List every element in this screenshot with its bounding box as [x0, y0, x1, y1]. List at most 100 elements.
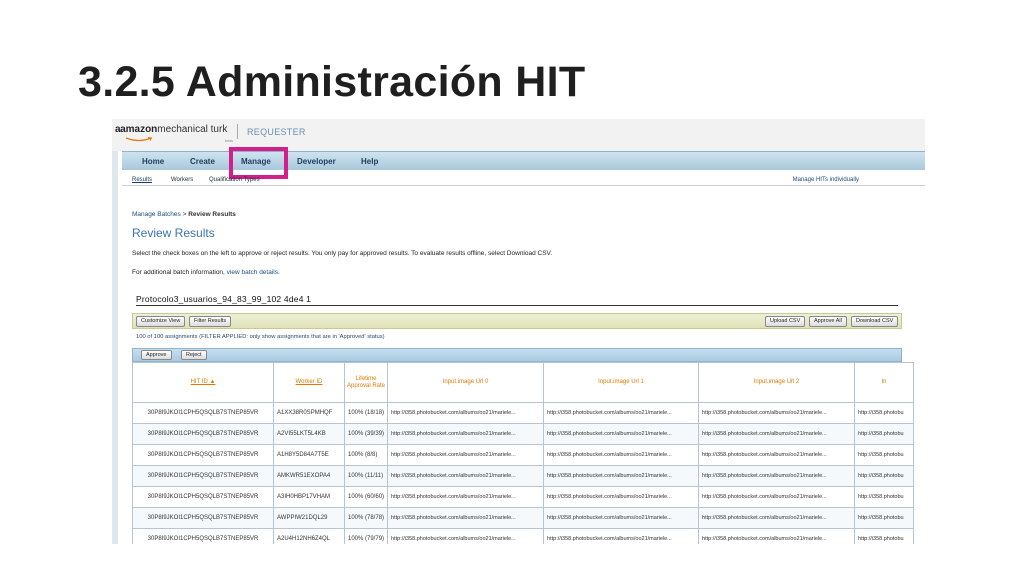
approval-rate-cell: 100% (79/79): [343, 528, 389, 544]
nav-home[interactable]: Home: [142, 157, 164, 166]
approval-rate-cell: 100% (18/18): [343, 402, 389, 424]
header-divider: [237, 124, 238, 139]
table-header-row: HIT ID ▲ Worker ID Lifetime Approval Rat…: [132, 362, 915, 403]
logo-amazon: amazon: [120, 124, 158, 135]
column-header-approval-rate[interactable]: Lifetime Approval Rate: [343, 362, 389, 403]
table-row[interactable]: 30P8I9JKOI1CPH5QSQLB7STNEP85VR A3IH0HBP1…: [132, 486, 915, 508]
nav-help[interactable]: Help: [361, 157, 378, 166]
worker-id-cell[interactable]: AMKWR51EXOPA4: [273, 465, 345, 487]
image-url-cell: http://i358.photobucket.com/albums/oo21/…: [543, 528, 700, 544]
nav-create[interactable]: Create: [190, 157, 215, 166]
batch-name: Protocolo3_usuarios_94_83_99_102 4de4 1: [136, 294, 312, 304]
approve-all-button[interactable]: Approve All: [809, 316, 847, 327]
worker-id-cell[interactable]: A1H8Y5D84A7T5E: [273, 444, 345, 466]
hit-id-cell[interactable]: 30P8I9JKOI1CPH5QSQLB7STNEP85VR: [132, 486, 274, 508]
instructions-text: Select the check boxes on the left to ap…: [132, 250, 553, 257]
subnav-workers[interactable]: Workers: [171, 177, 193, 183]
amazon-smile-icon: [125, 137, 153, 142]
hit-id-cell[interactable]: 30P8I9JKOI1CPH5QSQLB7STNEP85VR: [132, 465, 274, 487]
image-url-cell: http://i358.photobu: [854, 402, 915, 424]
hit-id-cell[interactable]: 30P8I9JKOI1CPH5QSQLB7STNEP85VR: [132, 423, 274, 445]
worker-id-cell[interactable]: A2U4H12NH6Z4QL: [273, 528, 345, 544]
image-url-cell: http://i358.photobu: [854, 465, 915, 487]
column-header-image-url-2[interactable]: Input.image Url 2: [698, 362, 856, 403]
image-url-cell: http://i358.photobucket.com/albums/oo21/…: [387, 465, 545, 487]
worker-id-cell[interactable]: A1XX38R0SPMHQF: [273, 402, 345, 424]
worker-id-cell[interactable]: A3IH0HBP17VHAM: [273, 486, 345, 508]
approval-rate-cell: 100% (39/39): [343, 423, 389, 445]
column-header-image-url-1[interactable]: Input.image Url 1: [543, 362, 700, 403]
breadcrumb: Manage Batches > Review Results: [132, 211, 236, 218]
table-row[interactable]: 30P8I9JKOI1CPH5QSQLB7STNEP85VR AWPPIW21D…: [132, 507, 915, 529]
column-header-image-url-3[interactable]: In: [854, 362, 915, 403]
approval-rate-cell: 100% (11/11): [343, 465, 389, 487]
image-url-cell: http://i358.photobucket.com/albums/oo21/…: [387, 507, 545, 529]
nav-developer[interactable]: Developer: [297, 157, 336, 166]
image-url-cell: http://i358.photobucket.com/albums/oo21/…: [543, 486, 700, 508]
download-csv-button[interactable]: Download CSV: [851, 316, 899, 327]
hit-id-cell[interactable]: 30P8I9JKOI1CPH5QSQLB7STNEP85VR: [132, 528, 274, 544]
subnav-results[interactable]: Results: [132, 177, 152, 183]
results-toolbar: Customize View Filter Results Upload CSV…: [132, 313, 902, 329]
approval-rate-cell: 100% (8/8): [343, 444, 389, 466]
upload-csv-button[interactable]: Upload CSV: [765, 316, 806, 327]
grid-action-bar: Approve Reject: [132, 348, 902, 362]
nav-manage[interactable]: Manage: [241, 157, 271, 166]
breadcrumb-manage-batches[interactable]: Manage Batches: [132, 211, 181, 218]
header-background: [112, 119, 925, 151]
worker-id-cell[interactable]: AWPPIW21DQL29: [273, 507, 345, 529]
table-row[interactable]: 30P8I9JKOI1CPH5QSQLB7STNEP85VR A2VI55LKT…: [132, 423, 915, 445]
hit-id-cell[interactable]: 30P8I9JKOI1CPH5QSQLB7STNEP85VR: [132, 402, 274, 424]
table-row[interactable]: 30P8I9JKOI1CPH5QSQLB7STNEP85VR A1XX38R0S…: [132, 402, 915, 424]
column-header-hit-id[interactable]: HIT ID ▲: [132, 362, 274, 403]
filter-results-button[interactable]: Filter Results: [189, 316, 232, 327]
image-url-cell: http://i358.photobucket.com/albums/oo21/…: [387, 486, 545, 508]
image-url-cell: http://i358.photobucket.com/albums/oo21/…: [698, 465, 856, 487]
table-row[interactable]: 30P8I9JKOI1CPH5QSQLB7STNEP85VR A1H8Y5D84…: [132, 444, 915, 466]
image-url-cell: http://i358.photobucket.com/albums/oo21/…: [387, 528, 545, 544]
column-header-image-url-0[interactable]: Input.image Url 0: [387, 362, 545, 403]
reject-button[interactable]: Reject: [181, 350, 207, 360]
logo-beta: beta: [225, 138, 233, 143]
breadcrumb-current: Review Results: [188, 211, 236, 218]
view-batch-details-link[interactable]: view batch details.: [227, 269, 280, 276]
image-url-cell: http://i358.photobucket.com/albums/oo21/…: [698, 486, 856, 508]
image-url-cell: http://i358.photobucket.com/albums/oo21/…: [698, 423, 856, 445]
page-heading: Review Results: [132, 226, 215, 240]
table-row[interactable]: 30P8I9JKOI1CPH5QSQLB7STNEP85VR A2U4H12NH…: [132, 528, 915, 544]
image-url-cell: http://i358.photobucket.com/albums/oo21/…: [543, 465, 700, 487]
image-url-cell: http://i358.photobu: [854, 486, 915, 508]
image-url-cell: http://i358.photobucket.com/albums/oo21/…: [543, 444, 700, 466]
manage-hits-individually-link[interactable]: Manage HITs individually: [793, 177, 859, 183]
table-row[interactable]: 30P8I9JKOI1CPH5QSQLB7STNEP85VR AMKWR51EX…: [132, 465, 915, 487]
worker-id-header-label[interactable]: Worker ID: [296, 379, 323, 385]
hit-id-header-label[interactable]: HIT ID ▲: [191, 379, 216, 385]
mturk-logo[interactable]: aamazonmechanical turk beta: [115, 124, 233, 143]
logo-mechanical-turk: mechanical turk: [157, 124, 228, 135]
image-url-cell: http://i358.photobucket.com/albums/oo21/…: [698, 444, 856, 466]
image-url-cell: http://i358.photobu: [854, 423, 915, 445]
image-url-cell: http://i358.photobu: [854, 507, 915, 529]
image-url-cell: http://i358.photobucket.com/albums/oo21/…: [698, 528, 856, 544]
image-url-cell: http://i358.photobucket.com/albums/oo21/…: [387, 402, 545, 424]
assignment-count: 100 of 100 assignments (FILTER APPLIED: …: [136, 334, 385, 340]
results-table: HIT ID ▲ Worker ID Lifetime Approval Rat…: [132, 362, 915, 544]
image-url-cell: http://i358.photobucket.com/albums/oo21/…: [698, 402, 856, 424]
customize-view-button[interactable]: Customize View: [136, 316, 186, 327]
batch-info: For additional batch information, view b…: [132, 269, 280, 276]
image-url-cell: http://i358.photobucket.com/albums/oo21/…: [543, 507, 700, 529]
slide-title: 3.2.5 Administración HIT: [78, 58, 586, 106]
image-url-cell: http://i358.photobucket.com/albums/oo21/…: [543, 402, 700, 424]
mturk-screenshot: aamazonmechanical turk beta REQUESTER Ho…: [112, 119, 925, 544]
hit-id-cell[interactable]: 30P8I9JKOI1CPH5QSQLB7STNEP85VR: [132, 444, 274, 466]
main-nav: Home Create Manage Developer Help: [122, 151, 925, 170]
worker-id-cell[interactable]: A2VI55LKT5L4KB: [273, 423, 345, 445]
image-url-cell: http://i358.photobucket.com/albums/oo21/…: [698, 507, 856, 529]
hit-id-cell[interactable]: 30P8I9JKOI1CPH5QSQLB7STNEP85VR: [132, 507, 274, 529]
batch-info-text: For additional batch information,: [132, 269, 227, 276]
approval-rate-cell: 100% (78/78): [343, 507, 389, 529]
column-header-worker-id[interactable]: Worker ID: [273, 362, 345, 403]
image-url-cell: http://i358.photobu: [854, 444, 915, 466]
subnav-qualification-types[interactable]: Qualification Types: [209, 177, 260, 183]
approve-button[interactable]: Approve: [141, 350, 172, 360]
